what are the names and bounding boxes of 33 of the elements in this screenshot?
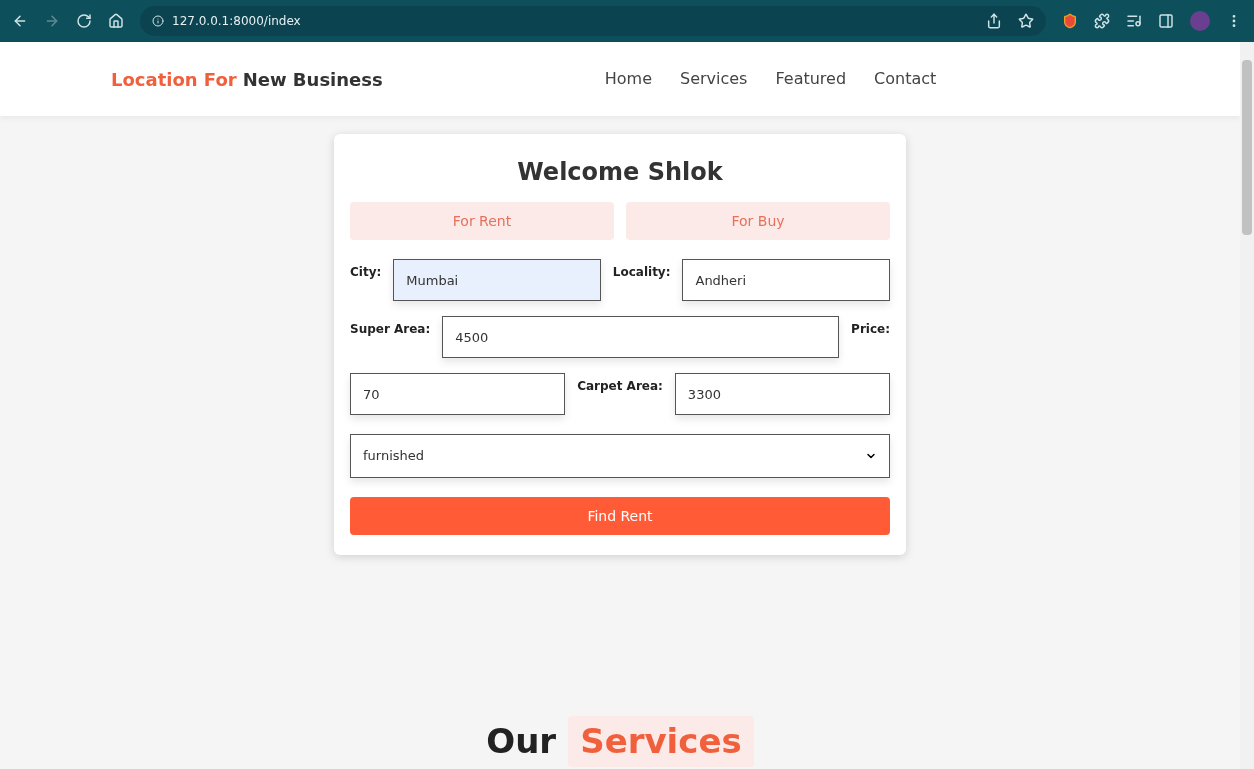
back-icon[interactable]: [12, 13, 28, 29]
scrollbar[interactable]: [1240, 42, 1254, 769]
field-label: Super Area:: [350, 321, 431, 338]
field-label: Price:: [851, 321, 890, 338]
share-icon[interactable]: [986, 13, 1002, 29]
address-bar[interactable]: 127.0.0.1:8000/index: [140, 6, 1046, 36]
home-icon[interactable]: [108, 13, 124, 29]
scrollbar-thumb[interactable]: [1242, 60, 1252, 235]
shield-icon[interactable]: [1062, 13, 1078, 29]
info-icon: [152, 15, 164, 27]
input-field[interactable]: Andheri: [682, 259, 890, 301]
field-label: Locality:: [612, 264, 671, 281]
nav-link[interactable]: Featured: [775, 67, 847, 91]
field-label: Carpet Area:: [577, 378, 663, 395]
brand-name[interactable]: New Business: [242, 65, 383, 93]
reload-icon[interactable]: [76, 13, 92, 29]
input-field[interactable]: 4500: [442, 316, 840, 358]
side-panel-icon[interactable]: [1158, 13, 1174, 29]
input-field[interactable]: 70: [350, 373, 566, 415]
nav-link[interactable]: Home: [604, 67, 652, 91]
input-field[interactable]: Mumbai: [393, 259, 601, 301]
nav-link[interactable]: Services: [680, 67, 748, 91]
puzzle-icon[interactable]: [1094, 13, 1110, 29]
url-text: 127.0.0.1:8000/index: [172, 13, 301, 30]
welcome-title: Welcome Shlok: [516, 158, 724, 186]
furnishing-select[interactable]: furnished: [350, 434, 890, 478]
heading-accent: Services: [568, 716, 754, 767]
input-field[interactable]: 3300: [674, 373, 890, 415]
field-label: City:: [350, 264, 382, 281]
heading-text: Our: [486, 720, 557, 763]
nav-link[interactable]: Contact: [874, 67, 937, 91]
playlist-icon[interactable]: [1126, 13, 1142, 29]
star-icon[interactable]: [1018, 13, 1034, 29]
